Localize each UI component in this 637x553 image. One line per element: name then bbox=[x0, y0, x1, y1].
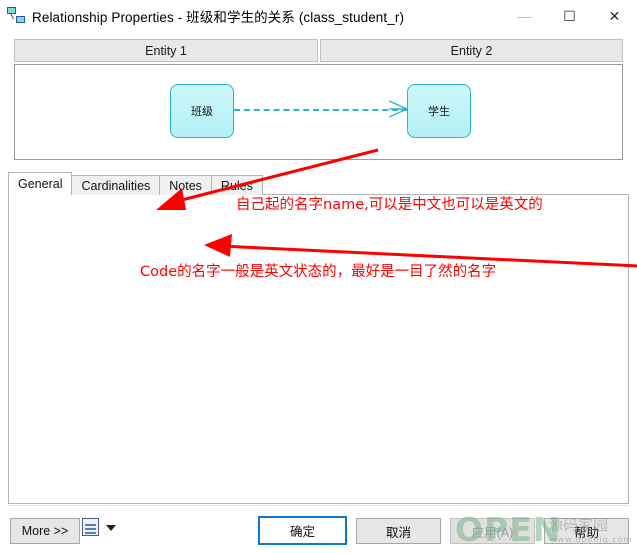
window-controls: — ☐ ✕ bbox=[502, 0, 637, 31]
close-button[interactable]: ✕ bbox=[592, 0, 637, 31]
window-title: Relationship Properties - 班级和学生的关系 (clas… bbox=[32, 6, 404, 26]
general-tab-panel bbox=[8, 194, 629, 504]
diagram-entity-left[interactable]: 班级 bbox=[170, 84, 234, 138]
title-bar: Relationship Properties - 班级和学生的关系 (clas… bbox=[0, 0, 637, 31]
more-button[interactable]: More >> bbox=[10, 518, 80, 544]
tab-cardinalities[interactable]: Cardinalities bbox=[71, 175, 160, 195]
report-dropdown-arrow-icon[interactable] bbox=[106, 525, 116, 531]
minimize-icon: — bbox=[518, 9, 532, 23]
entity1-header[interactable]: Entity 1 bbox=[14, 39, 318, 62]
maximize-button[interactable]: ☐ bbox=[547, 0, 592, 31]
button-bar-divider bbox=[8, 505, 629, 506]
maximize-icon: ☐ bbox=[563, 9, 576, 23]
entity-header-bar: Entity 1 Entity 2 bbox=[14, 39, 623, 62]
crowsfoot-icon bbox=[387, 99, 409, 120]
help-button[interactable]: 帮助 bbox=[544, 518, 629, 544]
relationship-diagram: 班级 学生 bbox=[14, 64, 623, 160]
code-annotation-text: Code的名字一般是英文状态的，最好是一目了然的名字 bbox=[140, 263, 610, 282]
diagram-entity-right[interactable]: 学生 bbox=[407, 84, 471, 138]
tab-general[interactable]: General bbox=[8, 172, 72, 195]
tab-strip: General Cardinalities Notes Rules bbox=[8, 172, 262, 195]
tab-rules[interactable]: Rules bbox=[211, 175, 263, 195]
apply-button: 应用(A) bbox=[450, 518, 535, 544]
name-annotation-text: 自己起的名字name,可以是中文也可以是英文的 bbox=[236, 196, 636, 215]
minimize-button[interactable]: — bbox=[502, 0, 547, 31]
close-icon: ✕ bbox=[609, 9, 621, 23]
relationship-connector-line bbox=[234, 109, 408, 111]
tab-notes[interactable]: Notes bbox=[159, 175, 212, 195]
report-icon[interactable] bbox=[82, 518, 99, 536]
ok-button[interactable]: 确定 bbox=[258, 516, 347, 545]
cancel-button[interactable]: 取消 bbox=[356, 518, 441, 544]
entity2-header[interactable]: Entity 2 bbox=[320, 39, 623, 62]
relationship-icon bbox=[6, 6, 28, 26]
